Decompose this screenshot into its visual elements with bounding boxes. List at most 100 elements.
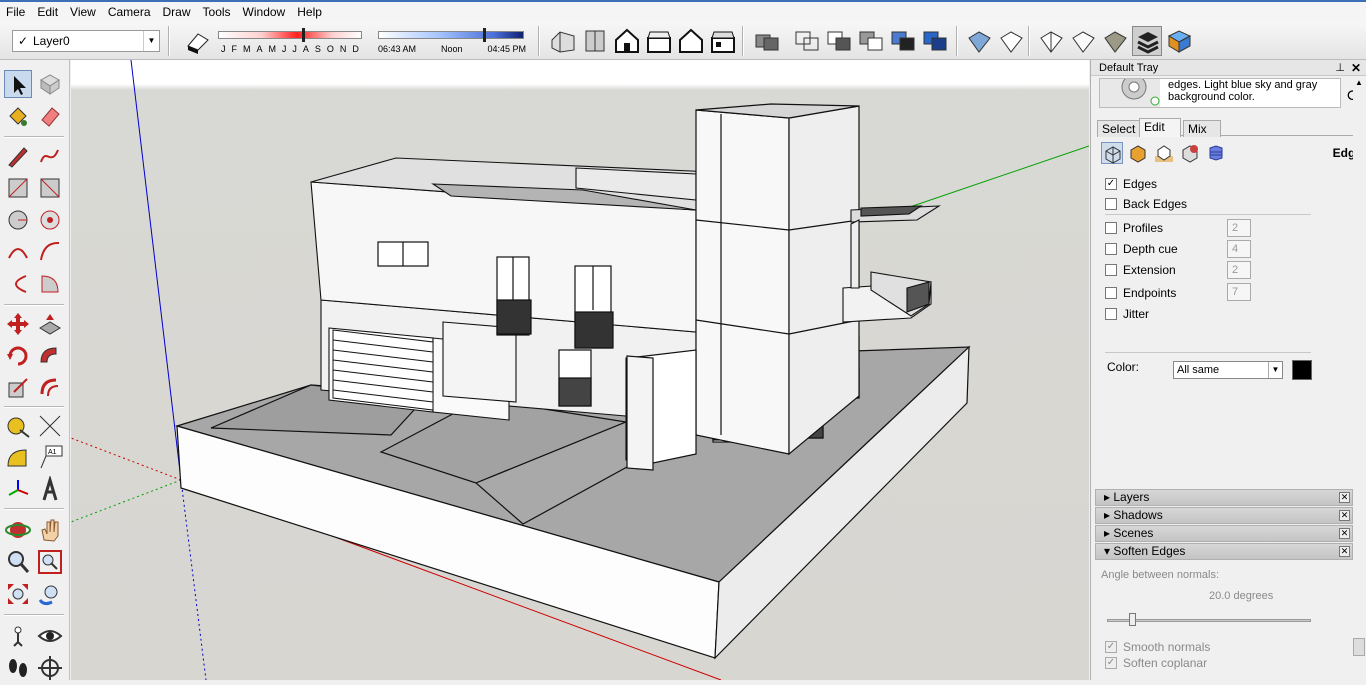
scale-tool-button[interactable] [4,374,32,402]
orbit-tool-button[interactable] [4,516,32,544]
menu-window[interactable]: Window [237,5,292,19]
scroll-up-icon[interactable]: ▲ [1353,78,1365,90]
angle-slider-thumb[interactable] [1129,613,1136,626]
menu-camera[interactable]: Camera [102,5,157,19]
soften-coplanar-checkbox[interactable]: ✓ [1105,657,1117,669]
3d-viewport[interactable] [71,60,1089,680]
eraser-button[interactable] [36,102,64,130]
background-settings-button[interactable] [1153,142,1175,164]
panel-scenes[interactable]: ▸ Scenes ✕ [1095,525,1353,542]
panel-layers[interactable]: ▸ Layers ✕ [1095,489,1353,506]
smooth-normals-checkbox[interactable]: ✓ [1105,641,1117,653]
edges-checkbox[interactable]: ✓ [1105,178,1117,190]
rotated-rectangle-button[interactable] [36,174,64,202]
text-tool-button[interactable]: A1 [36,444,64,472]
tape-measure-button[interactable] [4,412,32,440]
zoom-tool-button[interactable] [4,548,32,576]
push-pull-button[interactable] [36,310,64,338]
house-top-button[interactable] [580,26,610,56]
profiles-value[interactable]: 2 [1227,219,1251,237]
tab-edit[interactable]: Edit [1139,118,1181,137]
tray-scrollbar[interactable]: ▲ [1353,78,1365,678]
panel-close-icon[interactable]: ✕ [1339,546,1350,557]
edges-checkbox-row[interactable]: ✓ Edges [1105,175,1157,193]
depth-cue-value[interactable]: 4 [1227,240,1251,258]
angle-slider-track[interactable] [1107,619,1311,622]
pin-icon[interactable]: ⊥ [1335,60,1345,76]
edge-settings-button[interactable] [1101,142,1123,164]
panel-shadows[interactable]: ▸ Shadows ✕ [1095,507,1353,524]
zoom-window-button[interactable] [36,548,64,576]
select-tool-button[interactable] [4,70,32,98]
endpoints-checkbox[interactable] [1105,287,1117,299]
hidden-line-button[interactable] [824,26,854,56]
layer-dropdown[interactable]: ✓ Layer0 ▼ [12,30,160,52]
depth-cue-checkbox[interactable] [1105,243,1117,255]
paint-bucket-button[interactable] [4,102,32,130]
back-edges-checkbox[interactable] [1105,198,1117,210]
model-scene[interactable] [71,60,1089,680]
color-swatch[interactable] [1292,360,1312,380]
monochrome-button[interactable] [920,26,950,56]
panel-close-icon[interactable]: ✕ [1339,492,1350,503]
style-outline-button[interactable] [996,26,1026,56]
depth-cue-checkbox-row[interactable]: Depth cue [1105,240,1178,258]
time-slider-thumb[interactable] [483,28,486,42]
style-lines-button[interactable] [1036,26,1066,56]
house-front-button[interactable] [612,26,642,56]
extension-checkbox[interactable] [1105,264,1117,276]
two-point-arc-button[interactable] [36,238,64,266]
panel-close-icon[interactable]: ✕ [1339,528,1350,539]
endpoints-value[interactable]: 7 [1227,283,1251,301]
time-slider[interactable]: 06:43 AM Noon 04:45 PM [378,28,526,56]
wireframe-button[interactable] [792,26,822,56]
look-around-button[interactable] [36,622,64,650]
make-component-button[interactable] [36,70,64,98]
style-color-button[interactable] [1164,26,1194,56]
style-gray-button[interactable] [1100,26,1130,56]
zoom-extents-button[interactable] [4,580,32,608]
rotate-tool-button[interactable] [4,342,32,370]
tab-mix[interactable]: Mix [1183,120,1221,137]
color-dropdown[interactable]: All same ▼ [1173,361,1283,379]
move-tool-button[interactable] [4,310,32,338]
time-slider-track[interactable] [378,31,524,39]
three-point-arc-button[interactable] [4,270,32,298]
arc-tool-button[interactable] [4,238,32,266]
month-slider-thumb[interactable] [302,28,305,42]
style-thumbnail[interactable] [1100,79,1160,107]
3d-text-button[interactable] [36,474,64,504]
house-back-button[interactable] [676,26,706,56]
menu-help[interactable]: Help [291,5,328,19]
position-camera-button[interactable] [4,622,32,650]
shaded-textures-button[interactable] [888,26,918,56]
offset-tool-button[interactable] [36,374,64,402]
modeling-settings-button[interactable] [1205,142,1227,164]
chevron-down-icon[interactable]: ▼ [143,31,159,51]
profiles-checkbox-row[interactable]: Profiles [1105,219,1163,237]
chevron-down-icon[interactable]: ▼ [1268,362,1282,378]
rectangle-tool-button[interactable] [4,174,32,202]
protractor-button[interactable] [4,444,32,472]
pan-tool-button[interactable] [36,516,64,544]
menu-edit[interactable]: Edit [31,5,64,19]
face-settings-button[interactable] [1127,142,1149,164]
jitter-checkbox-row[interactable]: Jitter [1105,305,1149,323]
panel-close-icon[interactable]: ✕ [1339,510,1350,521]
jitter-checkbox[interactable] [1105,308,1117,320]
panel-soften-edges[interactable]: ▾ Soften Edges ✕ [1095,543,1353,560]
back-edges-checkbox-row[interactable]: Back Edges [1105,195,1187,213]
house-left-button[interactable] [708,26,738,56]
menu-view[interactable]: View [64,5,102,19]
freehand-tool-button[interactable] [36,142,64,170]
previous-view-button[interactable] [36,580,64,608]
month-slider[interactable]: JFMAMJJASOND [218,28,364,56]
watermark-settings-button[interactable] [1179,142,1201,164]
menu-file[interactable]: File [0,5,31,19]
walk-tool-button[interactable] [4,654,32,682]
scrollbar-thumb[interactable] [1353,638,1365,656]
line-tool-button[interactable] [4,142,32,170]
profiles-checkbox[interactable] [1105,222,1117,234]
pie-tool-button[interactable] [36,270,64,298]
style-white-button[interactable] [1068,26,1098,56]
